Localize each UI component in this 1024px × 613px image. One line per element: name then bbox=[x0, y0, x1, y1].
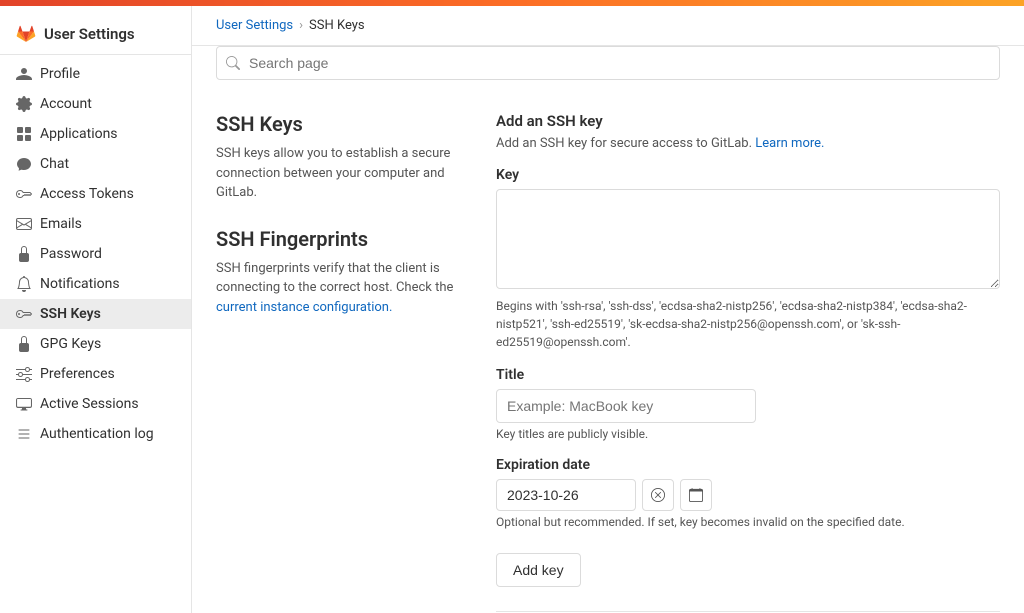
sidebar-item-gpg-keys[interactable]: GPG Keys bbox=[0, 329, 191, 359]
add-ssh-desc: Add an SSH key for secure access to GitL… bbox=[496, 136, 1000, 151]
divider bbox=[496, 611, 1000, 612]
sidebar-item-label: Profile bbox=[40, 66, 80, 82]
app-layout: User Settings Profile Account Applicatio… bbox=[0, 6, 1024, 613]
sidebar-item-active-sessions[interactable]: Active Sessions bbox=[0, 389, 191, 419]
title-input[interactable] bbox=[496, 389, 756, 423]
sidebar-title: User Settings bbox=[0, 14, 191, 55]
sidebar-item-ssh-keys[interactable]: SSH Keys bbox=[0, 299, 191, 329]
search-bar bbox=[192, 46, 1024, 96]
current-instance-config-link[interactable]: current instance configuration. bbox=[216, 300, 392, 315]
sidebar-item-emails[interactable]: Emails bbox=[0, 209, 191, 239]
clear-expiry-button[interactable] bbox=[642, 479, 674, 511]
sidebar-item-applications[interactable]: Applications bbox=[0, 119, 191, 149]
left-column: SSH Keys SSH keys allow you to establish… bbox=[216, 112, 456, 613]
person-icon bbox=[16, 66, 32, 82]
sidebar: User Settings Profile Account Applicatio… bbox=[0, 6, 192, 613]
gear-icon bbox=[16, 96, 32, 112]
breadcrumb: User Settings › SSH Keys bbox=[192, 6, 1024, 46]
title-label: Title bbox=[496, 367, 1000, 383]
ssh-fingerprints-desc: SSH fingerprints verify that the client … bbox=[216, 259, 456, 318]
title-form-group: Title Key titles are publicly visible. bbox=[496, 367, 1000, 441]
expiry-form-group: Expiration date bbox=[496, 457, 1000, 529]
lock-icon bbox=[16, 246, 32, 262]
sidebar-item-account[interactable]: Account bbox=[0, 89, 191, 119]
ssh-fingerprints-title: SSH Fingerprints bbox=[216, 227, 456, 251]
sidebar-item-label: Emails bbox=[40, 216, 82, 232]
gpg-icon bbox=[16, 336, 32, 352]
sidebar-item-label: GPG Keys bbox=[40, 336, 101, 352]
expiry-row bbox=[496, 479, 1000, 511]
sidebar-item-label: Account bbox=[40, 96, 92, 112]
search-input[interactable] bbox=[216, 46, 1000, 80]
expiry-label: Expiration date bbox=[496, 457, 1000, 473]
key-textarea[interactable] bbox=[496, 189, 1000, 289]
grid-icon bbox=[16, 126, 32, 142]
list-icon bbox=[16, 426, 32, 442]
sidebar-title-text: User Settings bbox=[44, 25, 135, 43]
key-form-group: Key Begins with 'ssh-rsa', 'ssh-dss', 'e… bbox=[496, 167, 1000, 351]
breadcrumb-parent[interactable]: User Settings bbox=[216, 18, 293, 33]
search-input-wrap bbox=[216, 46, 1000, 80]
sidebar-item-label: Active Sessions bbox=[40, 396, 139, 412]
breadcrumb-separator: › bbox=[299, 18, 303, 33]
gitlab-logo bbox=[16, 24, 36, 44]
sidebar-item-profile[interactable]: Profile bbox=[0, 59, 191, 89]
chat-icon bbox=[16, 156, 32, 172]
key-hint: Begins with 'ssh-rsa', 'ssh-dss', 'ecdsa… bbox=[496, 297, 1000, 351]
main-content: User Settings › SSH Keys SSH Keys SSH ke… bbox=[192, 6, 1024, 613]
sidebar-item-chat[interactable]: Chat bbox=[0, 149, 191, 179]
sidebar-item-label: Preferences bbox=[40, 366, 115, 382]
sliders-icon bbox=[16, 366, 32, 382]
ssh-keys-title: SSH Keys bbox=[216, 112, 456, 136]
add-ssh-title: Add an SSH key bbox=[496, 112, 1000, 130]
learn-more-link[interactable]: Learn more. bbox=[755, 136, 824, 151]
sidebar-item-label: Password bbox=[40, 246, 102, 262]
calendar-button[interactable] bbox=[680, 479, 712, 511]
content-area: SSH Keys SSH keys allow you to establish… bbox=[192, 96, 1024, 613]
search-icon bbox=[226, 56, 240, 70]
expiry-input[interactable] bbox=[496, 479, 636, 511]
ssh-icon bbox=[16, 306, 32, 322]
key-label: Key bbox=[496, 167, 1000, 183]
clear-icon bbox=[651, 488, 665, 502]
key-icon bbox=[16, 186, 32, 202]
sidebar-item-label: Applications bbox=[40, 126, 118, 142]
sidebar-item-notifications[interactable]: Notifications bbox=[0, 269, 191, 299]
sidebar-item-access-tokens[interactable]: Access Tokens bbox=[0, 179, 191, 209]
envelope-icon bbox=[16, 216, 32, 232]
sidebar-item-authentication-log[interactable]: Authentication log bbox=[0, 419, 191, 449]
sidebar-item-preferences[interactable]: Preferences bbox=[0, 359, 191, 389]
sidebar-item-label: Notifications bbox=[40, 276, 120, 292]
title-hint: Key titles are publicly visible. bbox=[496, 427, 1000, 441]
monitor-icon bbox=[16, 396, 32, 412]
bell-icon bbox=[16, 276, 32, 292]
sidebar-item-password[interactable]: Password bbox=[0, 239, 191, 269]
ssh-keys-desc: SSH keys allow you to establish a secure… bbox=[216, 144, 456, 203]
calendar-icon bbox=[689, 488, 703, 502]
sidebar-item-label: Authentication log bbox=[40, 426, 154, 442]
expiry-hint: Optional but recommended. If set, key be… bbox=[496, 515, 1000, 529]
right-column: Add an SSH key Add an SSH key for secure… bbox=[496, 112, 1000, 613]
sidebar-item-label: Chat bbox=[40, 156, 69, 172]
sidebar-item-label: Access Tokens bbox=[40, 186, 134, 202]
breadcrumb-current: SSH Keys bbox=[309, 18, 365, 33]
add-key-button[interactable]: Add key bbox=[496, 553, 581, 587]
sidebar-item-label: SSH Keys bbox=[40, 306, 101, 322]
